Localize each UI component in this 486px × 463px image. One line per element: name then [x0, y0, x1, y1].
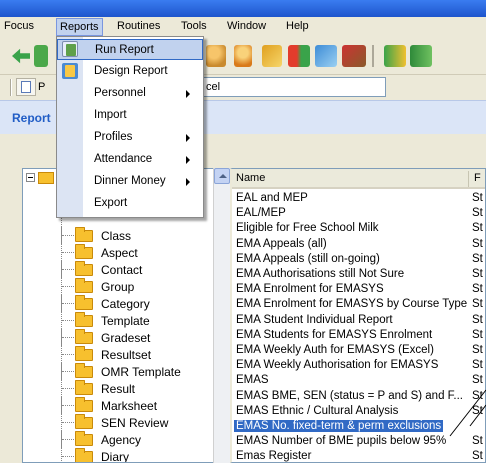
annotation-callout [449, 389, 486, 437]
callout-line [449, 389, 486, 437]
